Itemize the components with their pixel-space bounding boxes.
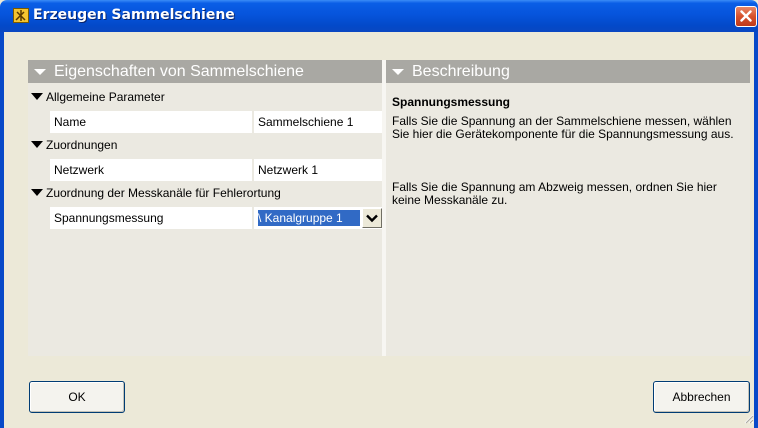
properties-panel: Eigenschaften von Sammelschiene Allgemei… [28, 60, 384, 356]
voltage-measurement-dropdown[interactable]: \ Kanalgruppe 1 [254, 207, 384, 229]
resize-grip-icon[interactable] [742, 412, 754, 424]
property-network-label[interactable]: Netzwerk [50, 159, 252, 181]
properties-header[interactable]: Eigenschaften von Sammelschiene [28, 60, 382, 83]
description-paragraph-1: Falls Sie die Spannung an der Sammelschi… [392, 114, 734, 141]
collapse-triangle-icon[interactable] [31, 93, 43, 100]
description-header-label: Beschreibung [412, 63, 510, 80]
description-header[interactable]: Beschreibung [386, 60, 750, 83]
dropdown-selected-value[interactable]: \ Kanalgruppe 1 [258, 210, 360, 226]
category-general-label: Allgemeine Parameter [46, 90, 165, 104]
collapse-triangle-icon[interactable] [34, 69, 46, 75]
category-measurement-channels-label: Zuordnung der Messkanäle für Fehlerortun… [46, 186, 281, 200]
properties-header-label: Eigenschaften von Sammelschiene [54, 63, 304, 80]
description-paragraph-2: Falls Sie die Spannung am Abzweig messen… [392, 180, 717, 207]
window-title: Erzeugen Sammelschiene [33, 7, 235, 23]
property-name-label[interactable]: Name [50, 111, 252, 133]
collapse-triangle-icon[interactable] [392, 69, 404, 75]
tool-icon [13, 8, 29, 23]
collapse-triangle-icon[interactable] [31, 141, 43, 148]
window-frame-right [754, 32, 758, 428]
category-measurement-channels[interactable]: Zuordnung der Messkanäle für Fehlerortun… [28, 184, 382, 202]
dialog-window: Erzeugen Sammelschiene Eigenschaften von… [0, 0, 758, 428]
category-assignments[interactable]: Zuordnungen [28, 136, 382, 154]
cancel-button[interactable]: Abbrechen [653, 381, 750, 413]
close-button[interactable] [735, 6, 757, 27]
description-panel: Beschreibung Spannungsmessung Falls Sie … [386, 60, 750, 356]
collapse-triangle-icon[interactable] [31, 189, 43, 196]
window-frame-left [0, 32, 4, 428]
dropdown-button[interactable] [362, 208, 382, 228]
category-assignments-label: Zuordnungen [46, 138, 118, 152]
property-network-value[interactable]: Netzwerk 1 [254, 159, 382, 181]
description-title: Spannungsmessung [392, 95, 511, 109]
category-general[interactable]: Allgemeine Parameter [28, 88, 382, 106]
title-bar[interactable]: Erzeugen Sammelschiene [0, 0, 758, 32]
property-name-value[interactable]: Sammelschiene 1 [254, 111, 382, 133]
property-voltage-measurement-label[interactable]: Spannungsmessung [50, 207, 252, 229]
ok-button[interactable]: OK [29, 381, 125, 413]
